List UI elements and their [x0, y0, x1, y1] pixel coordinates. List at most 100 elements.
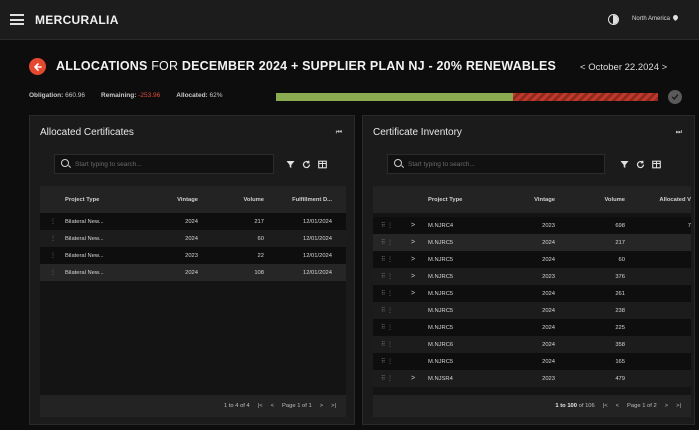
theme-toggle-icon[interactable] [608, 14, 619, 25]
expand-row-chevron-icon[interactable]: > [411, 273, 428, 280]
cell-vintage: 2024 [542, 256, 555, 263]
drag-handle-icon[interactable]: ⠿ ⋮ [373, 239, 411, 246]
prev-page-button[interactable]: < [616, 403, 619, 409]
refresh-icon[interactable] [635, 159, 645, 169]
next-period-button[interactable]: > [662, 62, 668, 73]
drag-handle-icon[interactable]: ⋮ [40, 252, 65, 259]
table-row[interactable]: ⠿ ⋮ M.NJRC6 2024 358 [373, 336, 691, 353]
row-range-total: of 106 [578, 403, 595, 409]
collapse-panel-icon[interactable]: ⏮ [336, 129, 342, 137]
cell-vintage: 2024 [542, 341, 555, 348]
drag-handle-icon[interactable]: ⋮ [40, 235, 65, 242]
drag-handle-icon[interactable]: ⠿ ⋮ [373, 358, 411, 365]
certificate-inventory-panel: Certificate Inventory ⏭ Project Type Vin… [362, 115, 695, 425]
last-page-button[interactable]: >| [331, 403, 336, 409]
cell-vintage: 2023 [542, 222, 555, 229]
inventory-grid: Project Type Vintage Volume Allocated V … [373, 186, 691, 417]
remaining-value: -253.96 [138, 92, 161, 99]
expand-row-chevron-icon[interactable]: > [411, 256, 428, 263]
filter-icon[interactable] [285, 159, 295, 169]
table-row[interactable]: ⠿ ⋮ > M.NJRC4 2023 698 7 [373, 217, 691, 234]
prev-period-button[interactable]: < [580, 62, 586, 73]
cell-volume: 698 [615, 222, 625, 229]
cell-volume: 376 [615, 273, 625, 280]
cell-project-type: Bilateral New... [65, 252, 104, 259]
table-row[interactable]: ⠿ ⋮ > M.NJRC5 2024 217 [373, 234, 691, 251]
drag-handle-icon[interactable]: ⠿ ⋮ [373, 341, 411, 348]
drag-handle-icon[interactable]: ⠿ ⋮ [373, 222, 411, 229]
confirm-check-button[interactable] [668, 90, 682, 104]
expand-row-chevron-icon[interactable]: > [411, 222, 428, 229]
allocated-label: Allocated: [176, 92, 208, 99]
filter-icon[interactable] [619, 159, 629, 169]
table-row[interactable]: ⠿ ⋮ > M.NJRC5 2024 60 [373, 251, 691, 268]
cell-project-type: M.NJRC5 [428, 239, 454, 246]
drag-handle-icon[interactable]: ⠿ ⋮ [373, 307, 411, 314]
table-row[interactable]: ⠿ ⋮ > M.NJRC5 2023 376 [373, 268, 691, 285]
table-row[interactable]: ⠿ ⋮ > M.NJRC5 2024 261 [373, 285, 691, 302]
expand-row-chevron-icon[interactable]: > [411, 290, 428, 297]
cell-vintage: 2024 [185, 269, 198, 276]
col-fulfillment-date[interactable]: Fulfillment D... [264, 197, 332, 203]
first-page-button[interactable]: |< [603, 403, 608, 409]
back-button[interactable] [29, 58, 46, 75]
cell-fulfillment-date: 12/01/2024 [302, 252, 332, 259]
col-allocated[interactable]: Allocated V [625, 197, 691, 203]
allocated-value: 62% [209, 92, 223, 99]
col-project-type[interactable]: Project Type [428, 197, 503, 203]
drag-handle-icon[interactable]: ⠿ ⋮ [373, 273, 411, 280]
grid-footer: 1 to 100 of 106 |< < Page 1 of 2 > >| [373, 395, 691, 417]
drag-handle-icon[interactable]: ⠿ ⋮ [373, 324, 411, 331]
col-project-type[interactable]: Project Type [65, 197, 140, 203]
col-volume[interactable]: Volume [555, 197, 625, 203]
col-vintage[interactable]: Vintage [140, 197, 198, 203]
grid-tools [285, 154, 327, 174]
columns-icon[interactable] [317, 159, 327, 169]
cell-vintage: 2024 [542, 290, 555, 297]
table-row[interactable]: ⋮ Bilateral New... 2024 108 12/01/2024 [40, 264, 346, 281]
grid-tools [619, 154, 661, 174]
search-input[interactable] [75, 158, 255, 171]
table-row[interactable]: ⠿ ⋮ M.NJRC5 2024 238 [373, 302, 691, 319]
cell-volume: 217 [254, 218, 264, 225]
columns-icon[interactable] [651, 159, 661, 169]
page-indicator: Page 1 of 2 [627, 403, 657, 409]
table-row[interactable]: ⋮ Bilateral New... 2023 22 12/01/2024 [40, 247, 346, 264]
search-input[interactable] [408, 158, 588, 171]
obligation-label: Obligation: [29, 92, 64, 99]
refresh-icon[interactable] [301, 159, 311, 169]
first-page-button[interactable]: |< [258, 403, 263, 409]
next-page-button[interactable]: > [665, 403, 668, 409]
page-indicator: Page 1 of 1 [282, 403, 312, 409]
progress-over-fill [512, 93, 658, 101]
drag-handle-icon[interactable]: ⠿ ⋮ [373, 290, 411, 297]
cell-vintage: 2024 [185, 235, 198, 242]
cell-vintage: 2024 [185, 218, 198, 225]
drag-handle-icon[interactable]: ⠿ ⋮ [373, 256, 411, 263]
drag-handle-icon[interactable]: ⠿ ⋮ [373, 375, 411, 382]
last-page-button[interactable]: >| [676, 403, 681, 409]
page-title: ALLOCATIONS FOR DECEMBER 2024 + SUPPLIER… [56, 59, 556, 73]
collapse-panel-icon[interactable]: ⏭ [676, 129, 682, 137]
hamburger-menu-icon[interactable] [10, 14, 24, 25]
period-navigator: < October 22.2024 > [580, 62, 667, 73]
table-row[interactable]: ⠿ ⋮ > M.NJSR4 2023 479 [373, 370, 691, 387]
cell-volume: 358 [615, 341, 625, 348]
prev-page-button[interactable]: < [271, 403, 274, 409]
table-row[interactable]: ⠿ ⋮ M.NJRC5 2024 225 [373, 319, 691, 336]
next-page-button[interactable]: > [320, 403, 323, 409]
drag-handle-icon[interactable]: ⋮ [40, 218, 65, 225]
drag-handle-icon[interactable]: ⋮ [40, 269, 65, 276]
expand-row-chevron-icon[interactable]: > [411, 239, 428, 246]
table-row[interactable]: ⠿ ⋮ M.NJRC5 2024 165 [373, 353, 691, 370]
expand-row-chevron-icon[interactable]: > [411, 375, 428, 382]
check-icon [671, 94, 679, 101]
region-selector[interactable]: North America [632, 13, 680, 22]
cell-vintage: 2024 [542, 239, 555, 246]
col-vintage[interactable]: Vintage [503, 197, 555, 203]
table-row[interactable]: ⋮ Bilateral New... 2024 217 12/01/2024 [40, 213, 346, 230]
cell-project-type: M.NJRC5 [428, 324, 454, 331]
cell-vintage: 2023 [542, 375, 555, 382]
col-volume[interactable]: Volume [198, 197, 264, 203]
table-row[interactable]: ⋮ Bilateral New... 2024 60 12/01/2024 [40, 230, 346, 247]
